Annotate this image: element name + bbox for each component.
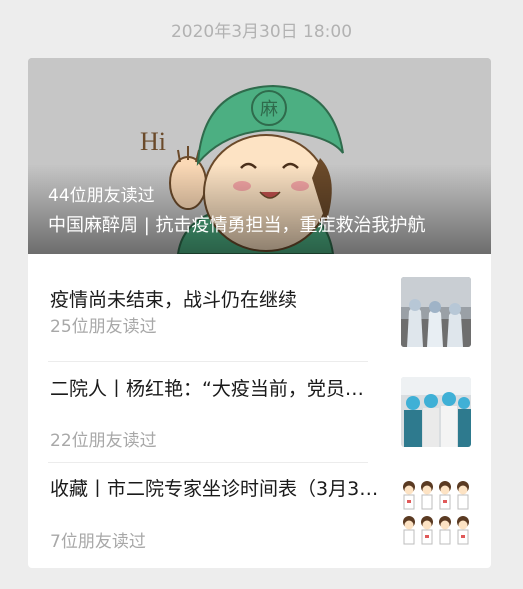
cover-read-count: 44位朋友读过 bbox=[48, 186, 155, 206]
list-item[interactable]: 二院人丨杨红艳：“大疫当前，党员冲锋在前” 22位朋友读过 bbox=[48, 362, 471, 462]
article-title: 收藏丨市二院专家坐诊时间表（3月30日-4月5日） bbox=[50, 478, 380, 500]
cap-character: 麻 bbox=[260, 99, 278, 120]
list-item[interactable]: 疫情尚未结束，战斗仍在继续 25位朋友读过 bbox=[48, 254, 471, 358]
article-read-count: 22位朋友读过 bbox=[50, 431, 157, 451]
cover-title: 中国麻醉周 | 抗击疫情勇担当，重症救治我护航 bbox=[48, 215, 426, 236]
hi-text: Hi bbox=[140, 127, 166, 156]
article-thumbnail bbox=[401, 277, 471, 347]
article-thumbnail bbox=[401, 377, 471, 447]
timestamp: 2020年3月30日 18:00 bbox=[170, 22, 353, 42]
article-card: Hi 麻 44位朋友读过 中国麻醉周 | 抗击疫情勇担当，重症救治我护航 疫情尚… bbox=[28, 58, 491, 568]
article-read-count: 7位朋友读过 bbox=[50, 532, 146, 552]
cover-gradient bbox=[28, 164, 491, 254]
cover-article[interactable]: Hi 麻 44位朋友读过 中国麻醉周 | 抗击疫情勇担当，重症救治我护航 bbox=[28, 58, 491, 254]
article-title: 二院人丨杨红艳：“大疫当前，党员冲锋在前” bbox=[50, 378, 380, 400]
list-item[interactable]: 收藏丨市二院专家坐诊时间表（3月30日-4月5日） 7位朋友读过 bbox=[48, 463, 471, 568]
article-thumbnail bbox=[401, 478, 471, 548]
article-title: 疫情尚未结束，战斗仍在继续 bbox=[50, 289, 298, 311]
article-read-count: 25位朋友读过 bbox=[50, 317, 157, 337]
